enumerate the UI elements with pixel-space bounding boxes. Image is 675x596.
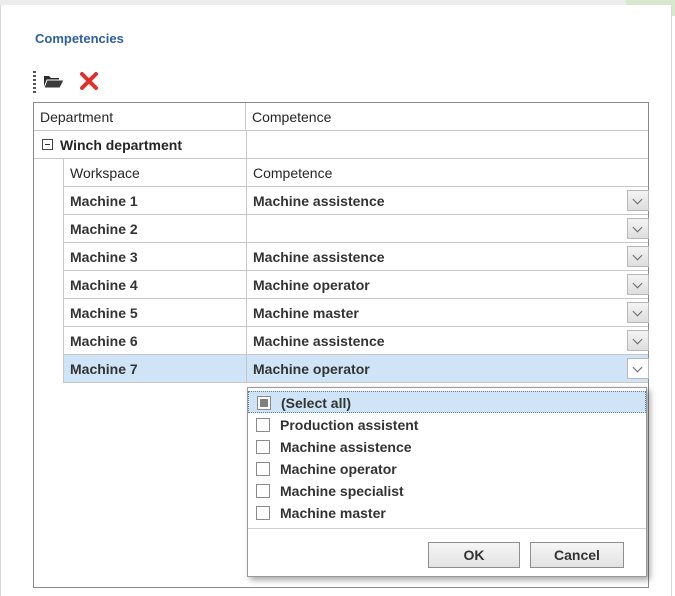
dropdown-option[interactable]: Machine master: [248, 502, 646, 524]
competencies-panel: Competencies Department Competence Winch…: [0, 5, 672, 596]
toolbar: [33, 71, 123, 93]
table-row[interactable]: Machine 5 Machine master: [63, 299, 649, 327]
chevron-down-icon[interactable]: [627, 302, 649, 323]
dropdown-option[interactable]: Machine assistence: [248, 436, 646, 458]
competence-value: Machine assistence: [253, 193, 385, 209]
table-row[interactable]: Machine 1 Machine assistence: [63, 187, 649, 215]
table-row[interactable]: Machine 6 Machine assistence: [63, 327, 649, 355]
dropdown-option[interactable]: Production assistent: [248, 414, 646, 436]
delete-button[interactable]: [79, 71, 103, 93]
dropdown-footer: OK Cancel: [248, 528, 646, 577]
detail-header-row: Workspace Competence: [63, 159, 648, 187]
competence-value: Machine assistence: [253, 249, 385, 265]
competence-cell[interactable]: Machine operator: [247, 271, 649, 298]
cancel-button[interactable]: Cancel: [530, 542, 624, 568]
table-row[interactable]: Machine 3 Machine assistence: [63, 243, 649, 271]
table-row[interactable]: Machine 2: [63, 215, 649, 243]
workspace-cell[interactable]: Machine 2: [64, 215, 247, 242]
delete-x-icon: [80, 72, 98, 90]
column-header-sub-competence[interactable]: Competence: [247, 159, 649, 186]
option-label: Production assistent: [280, 417, 419, 433]
competence-cell[interactable]: [247, 215, 649, 242]
table-row[interactable]: Machine 4 Machine operator: [63, 271, 649, 299]
option-label: (Select all): [281, 395, 352, 411]
column-header-competence[interactable]: Competence: [246, 103, 648, 131]
chevron-down-icon[interactable]: [627, 246, 649, 267]
workspace-cell[interactable]: Machine 1: [64, 187, 247, 214]
table-row-selected[interactable]: Machine 7 Machine operator: [63, 355, 649, 383]
competence-cell[interactable]: Machine master: [247, 299, 649, 326]
competence-value: Machine operator: [253, 277, 370, 293]
checkbox[interactable]: [256, 440, 270, 454]
option-label: Machine master: [280, 505, 386, 521]
dropdown-option-select-all[interactable]: (Select all): [248, 391, 646, 413]
checkbox[interactable]: [256, 506, 270, 520]
competence-value: Machine master: [253, 305, 359, 321]
workspace-cell[interactable]: Machine 6: [64, 327, 247, 354]
group-row-winch-department[interactable]: Winch department: [34, 131, 648, 159]
competence-cell[interactable]: Machine assistence: [247, 327, 649, 354]
competence-dropdown-popup: (Select all) Production assistent Machin…: [247, 387, 647, 577]
group-label: Winch department: [60, 137, 182, 153]
checkbox[interactable]: [256, 462, 270, 476]
workspace-cell[interactable]: Machine 7: [64, 355, 247, 382]
chevron-down-icon[interactable]: [627, 190, 649, 211]
chevron-down-icon[interactable]: [627, 218, 649, 239]
open-button[interactable]: [43, 71, 67, 93]
column-divider: [246, 131, 247, 159]
folder-open-icon: [43, 76, 65, 89]
checkbox[interactable]: [256, 484, 270, 498]
column-header-workspace[interactable]: Workspace: [64, 159, 247, 186]
collapse-toggle-icon[interactable]: [42, 139, 53, 150]
checkbox[interactable]: [256, 418, 270, 432]
dropdown-option[interactable]: Machine specialist: [248, 480, 646, 502]
workspace-cell[interactable]: Machine 5: [64, 299, 247, 326]
checkbox-partial[interactable]: [257, 396, 271, 410]
workspace-cell[interactable]: Machine 3: [64, 243, 247, 270]
chevron-down-icon[interactable]: [627, 274, 649, 295]
chevron-down-icon[interactable]: [627, 330, 649, 351]
competence-cell[interactable]: Machine operator: [247, 355, 649, 382]
option-label: Machine specialist: [280, 483, 404, 499]
competence-cell[interactable]: Machine assistence: [247, 243, 649, 270]
competence-cell[interactable]: Machine assistence: [247, 187, 649, 214]
option-label: Machine assistence: [280, 439, 412, 455]
panel-title: Competencies: [35, 31, 124, 46]
chevron-down-icon[interactable]: [627, 358, 649, 379]
toolbar-grip[interactable]: [33, 71, 36, 93]
competence-value: Machine assistence: [253, 333, 385, 349]
option-label: Machine operator: [280, 461, 397, 477]
workspace-cell[interactable]: Machine 4: [64, 271, 247, 298]
dropdown-option[interactable]: Machine operator: [248, 458, 646, 480]
ok-button[interactable]: OK: [428, 542, 520, 568]
column-header-department[interactable]: Department: [34, 103, 246, 131]
competence-value: Machine operator: [253, 361, 370, 377]
